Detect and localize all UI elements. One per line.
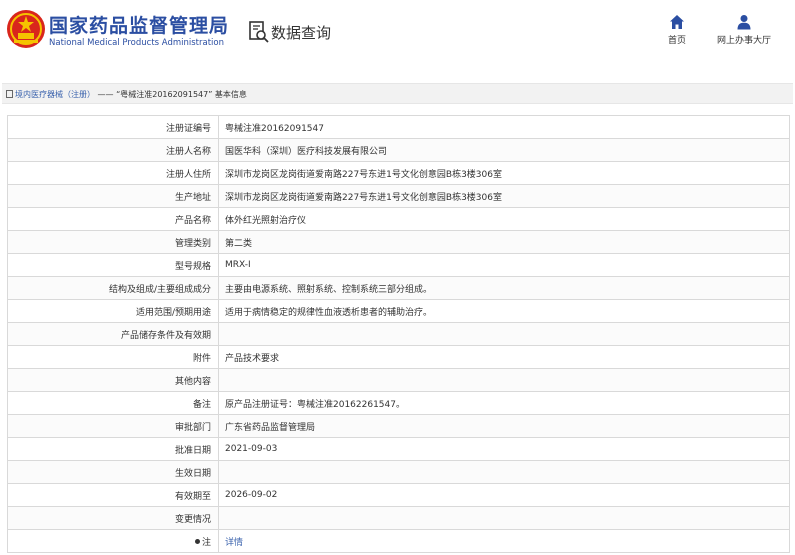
table-row: 结构及组成/主要组成成分 主要由电源系统、照射系统、控制系统三部分组成。 [7, 276, 790, 300]
table-row: 注 详情 [7, 529, 790, 553]
national-emblem-icon [7, 10, 45, 48]
field-value: 2026-09-02 [218, 483, 790, 507]
table-row: 管理类别 第二类 [7, 230, 790, 254]
field-label: 注 [7, 529, 219, 553]
field-value: 广东省药品监督管理局 [218, 414, 790, 438]
table-row: 注册人名称 国医华科（深圳）医疗科技发展有限公司 [7, 138, 790, 162]
field-value: 产品技术要求 [218, 345, 790, 369]
table-row: 产品储存条件及有效期 [7, 322, 790, 346]
note-label: 注 [201, 537, 211, 548]
field-value: 详情 [218, 529, 790, 553]
table-row: 生产地址 深圳市龙岗区龙岗街道爱南路227号东进1号文化创意园B栋3楼306室 [7, 184, 790, 208]
home-icon [670, 15, 684, 29]
field-label: 批准日期 [7, 437, 219, 461]
field-value [218, 506, 790, 530]
field-value: 原产品注册证号：粤械注准20162261547。 [218, 391, 790, 415]
field-label: 注册人住所 [7, 161, 219, 185]
table-row: 生效日期 [7, 460, 790, 484]
table-row: 其他内容 [7, 368, 790, 392]
field-value [218, 460, 790, 484]
site-name-en[interactable]: National Medical Products Administration [49, 38, 224, 48]
table-row: 产品名称 体外红光照射治疗仪 [7, 207, 790, 231]
table-row: 注册证编号 粤械注准20162091547 [7, 115, 790, 139]
field-value [218, 368, 790, 392]
breadcrumb-current: “粤械注准20162091547” 基本信息 [116, 90, 247, 99]
table-row: 备注 原产品注册证号：粤械注准20162261547。 [7, 391, 790, 415]
page-title: 数据查询 [271, 24, 332, 42]
details-link[interactable]: 详情 [225, 538, 243, 548]
field-value: 国医华科（深圳）医疗科技发展有限公司 [218, 138, 790, 162]
field-value: 适用于病情稳定的规律性血液透析患者的辅助治疗。 [218, 299, 790, 323]
data-query-icon [249, 21, 269, 43]
table-row: 审批部门 广东省药品监督管理局 [7, 414, 790, 438]
breadcrumb-link-category[interactable]: 境内医疗器械（注册） [15, 90, 95, 99]
field-value: MRX-I [218, 253, 790, 277]
field-label: 其他内容 [7, 368, 219, 392]
field-value: 深圳市龙岗区龙岗街道爱南路227号东进1号文化创意园B栋3楼306室 [218, 184, 790, 208]
field-value [218, 322, 790, 346]
table-row: 批准日期 2021-09-03 [7, 437, 790, 461]
field-label: 产品储存条件及有效期 [7, 322, 219, 346]
nav-online-service-hall[interactable]: 网上办事大厅 [714, 14, 774, 46]
field-value: 体外红光照射治疗仪 [218, 207, 790, 231]
field-label: 审批部门 [7, 414, 219, 438]
user-icon [737, 15, 751, 30]
field-label: 结构及组成/主要组成成分 [7, 276, 219, 300]
field-label: 产品名称 [7, 207, 219, 231]
table-row: 变更情况 [7, 506, 790, 530]
table-row: 有效期至 2026-09-02 [7, 483, 790, 507]
field-label: 型号规格 [7, 253, 219, 277]
field-label: 管理类别 [7, 230, 219, 254]
field-label: 有效期至 [7, 483, 219, 507]
table-row: 适用范围/预期用途 适用于病情稳定的规律性血液透析患者的辅助治疗。 [7, 299, 790, 323]
table-row: 型号规格 MRX-I [7, 253, 790, 277]
field-value: 主要由电源系统、照射系统、控制系统三部分组成。 [218, 276, 790, 300]
field-value: 第二类 [218, 230, 790, 254]
table-row: 附件 产品技术要求 [7, 345, 790, 369]
document-icon [6, 90, 13, 98]
table-row: 注册人住所 深圳市龙岗区龙岗街道爱南路227号东进1号文化创意园B栋3楼306室 [7, 161, 790, 185]
nav-home-label: 首页 [667, 36, 686, 46]
field-value: 2021-09-03 [218, 437, 790, 461]
breadcrumb: 境内医疗器械（注册） —— “粤械注准20162091547” 基本信息 [2, 83, 793, 104]
field-label: 生效日期 [7, 460, 219, 484]
nav-home[interactable]: 首页 [664, 14, 690, 46]
field-label: 注册证编号 [7, 115, 219, 139]
site-header: 国家药品监督管理局 National Medical Products Admi… [0, 0, 795, 64]
field-label: 生产地址 [7, 184, 219, 208]
nav-online-service-hall-label: 网上办事大厅 [716, 36, 771, 46]
registration-info-table: 注册证编号 粤械注准20162091547 注册人名称 国医华科（深圳）医疗科技发展有… [7, 115, 790, 553]
breadcrumb-separator: —— [97, 90, 114, 99]
field-label: 附件 [7, 345, 219, 369]
bullet-icon [194, 538, 200, 544]
field-value: 深圳市龙岗区龙岗街道爱南路227号东进1号文化创意园B栋3楼306室 [218, 161, 790, 185]
site-name-cn[interactable]: 国家药品监督管理局 [49, 11, 229, 38]
field-label: 备注 [7, 391, 219, 415]
field-value: 粤械注准20162091547 [218, 115, 790, 139]
field-label: 注册人名称 [7, 138, 219, 162]
field-label: 变更情况 [7, 506, 219, 530]
field-label: 适用范围/预期用途 [7, 299, 219, 323]
